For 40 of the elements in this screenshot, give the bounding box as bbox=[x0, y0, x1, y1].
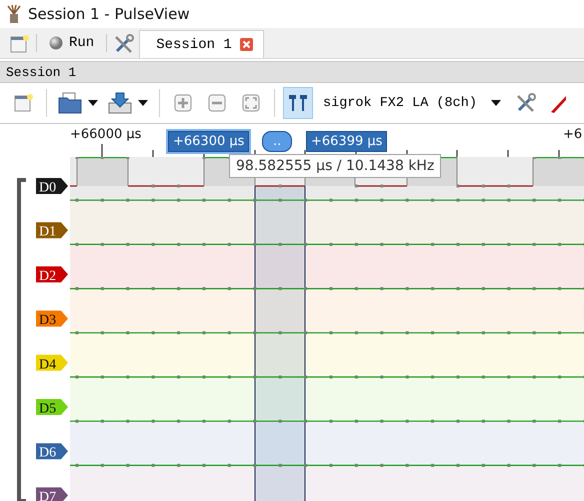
ball-icon bbox=[49, 36, 63, 50]
cursor-label[interactable]: +66300 μs bbox=[168, 131, 250, 152]
ruler-label: +66000 μs bbox=[70, 127, 142, 142]
channel-name: D7 bbox=[39, 490, 56, 501]
channel-name: D1 bbox=[39, 224, 56, 240]
channel-name: D5 bbox=[39, 402, 56, 416]
cursor-icon bbox=[287, 94, 309, 112]
zoom-in-icon bbox=[174, 94, 192, 112]
new-session-icon bbox=[13, 93, 33, 113]
save-icon bbox=[108, 92, 132, 114]
tooltip: 98.582555 μs / 10.1438 kHz bbox=[229, 154, 442, 178]
zoom-fit-icon bbox=[242, 94, 260, 112]
run-button[interactable]: Run bbox=[39, 28, 104, 58]
channel-name: D3 bbox=[39, 313, 56, 328]
caret-icon bbox=[490, 100, 501, 106]
window-title: Session 1 - PulseView bbox=[28, 5, 190, 23]
tools-icon bbox=[113, 33, 136, 55]
close-icon[interactable] bbox=[240, 38, 253, 51]
cursor-toggle[interactable] bbox=[283, 87, 313, 119]
channel-name: D2 bbox=[39, 268, 56, 284]
session-header: Session 1 bbox=[0, 61, 584, 83]
zoom-out-icon bbox=[208, 94, 226, 112]
channel-tag[interactable] bbox=[36, 399, 68, 415]
channel-name: D4 bbox=[39, 357, 56, 372]
channel-tag[interactable] bbox=[36, 178, 68, 194]
caret-icon bbox=[88, 100, 98, 106]
ruler-label: +6 bbox=[563, 127, 582, 142]
cursor-label[interactable]: +66399 μs bbox=[306, 131, 388, 152]
channel-name: D6 bbox=[39, 446, 56, 461]
folder-icon bbox=[58, 92, 82, 114]
channel-tag[interactable] bbox=[36, 487, 68, 501]
channel-name: D0 bbox=[39, 180, 56, 196]
device-dropdown[interactable]: sigrok FX2 LA (8ch) bbox=[317, 87, 507, 119]
caret-icon bbox=[138, 100, 148, 106]
channel-tag[interactable] bbox=[36, 310, 68, 327]
app-icon bbox=[6, 4, 22, 24]
channel-tag[interactable] bbox=[36, 354, 68, 371]
tools-icon bbox=[514, 92, 537, 114]
session-tab[interactable]: Session 1 bbox=[139, 30, 264, 58]
new-session-icon bbox=[9, 34, 29, 54]
